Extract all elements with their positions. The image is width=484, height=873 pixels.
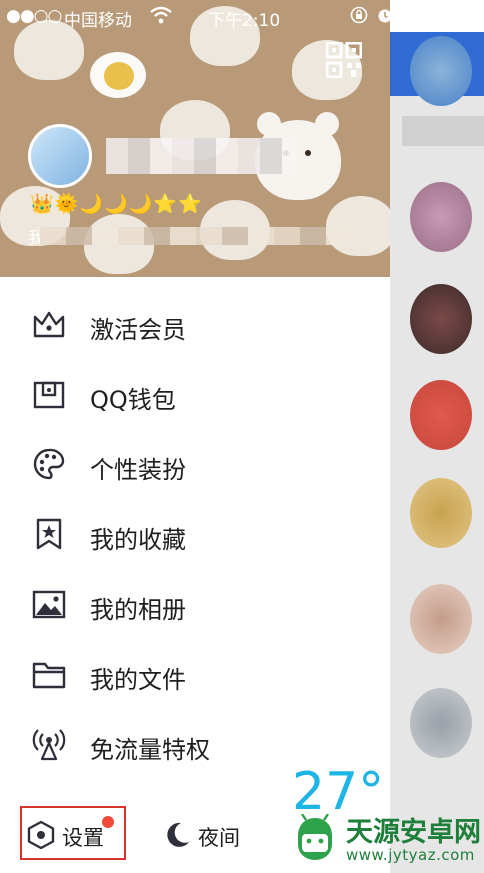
qr-code-icon[interactable]	[326, 42, 362, 78]
antenna-icon	[32, 729, 66, 761]
rotation-lock-icon	[350, 6, 368, 24]
chat-avatar	[410, 36, 472, 106]
menu-item-theme[interactable]: 个性装扮	[0, 436, 390, 492]
status-time: 下午2:10	[208, 11, 281, 31]
battery-icon	[446, 9, 480, 24]
watermark-logo-icon	[298, 814, 332, 860]
chat-avatar	[410, 688, 472, 758]
chat-list-peek[interactable]	[390, 32, 484, 873]
wallet-icon	[33, 381, 65, 409]
signature[interactable]: 我	[28, 224, 364, 248]
alarm-icon	[378, 9, 392, 23]
menu-item-vip[interactable]: 激活会员	[0, 296, 390, 352]
avatar[interactable]	[28, 124, 92, 188]
chat-avatar	[410, 584, 472, 654]
menu-item-label: 我的收藏	[90, 526, 186, 554]
settings-button[interactable]: 设置	[62, 822, 104, 852]
profile-header: 👑🌞🌙🌙🌙⭐⭐ 我	[0, 0, 390, 277]
crown-icon	[33, 311, 65, 338]
chat-avatar	[410, 182, 472, 252]
menu-item-label: 激活会员	[90, 316, 186, 344]
menu-item-label: 免流量特权	[90, 736, 210, 764]
battery-percent: 58%	[402, 6, 440, 26]
menu-item-album[interactable]: 我的相册	[0, 576, 390, 632]
menu-item-label: 我的文件	[90, 666, 186, 694]
notification-dot	[102, 816, 114, 828]
chat-avatar	[410, 478, 472, 548]
status-bar: ●●○○ 中国移动 下午2:10 58%	[0, 0, 484, 32]
menu-item-label: QQ钱包	[90, 386, 176, 414]
carrier-name: 中国移动	[64, 11, 132, 31]
palette-icon	[33, 448, 65, 480]
signature-mosaic	[40, 227, 350, 245]
chat-avatar	[410, 284, 472, 354]
level-badges: 👑🌞🌙🌙🌙⭐⭐	[30, 193, 203, 215]
settings-hexagon-icon[interactable]	[26, 820, 56, 850]
menu-item-files[interactable]: 我的文件	[0, 646, 390, 702]
site-watermark: 天源安卓网 www.jytyaz.com	[290, 808, 484, 868]
watermark-brand: 天源安卓网	[346, 817, 481, 848]
signal-strength: ●●○○	[6, 6, 62, 26]
chat-row-blurred	[402, 116, 484, 146]
battery-fill	[448, 11, 462, 22]
folder-icon	[32, 662, 66, 689]
username-blurred[interactable]	[106, 138, 296, 174]
watermark-url: www.jytyaz.com	[346, 846, 475, 864]
photo-album-icon	[32, 590, 66, 619]
moon-icon[interactable]	[162, 820, 192, 850]
menu-item-label: 个性装扮	[90, 456, 186, 484]
bookmark-star-icon	[36, 518, 62, 550]
menu-item-wallet[interactable]: QQ钱包	[0, 366, 390, 422]
menu-item-favorites[interactable]: 我的收藏	[0, 506, 390, 562]
chat-avatar	[410, 380, 472, 450]
egg-decoration	[90, 52, 146, 98]
night-mode-button[interactable]: 夜间	[198, 822, 240, 852]
menu-item-label: 我的相册	[90, 596, 186, 624]
wifi-icon	[150, 6, 172, 24]
